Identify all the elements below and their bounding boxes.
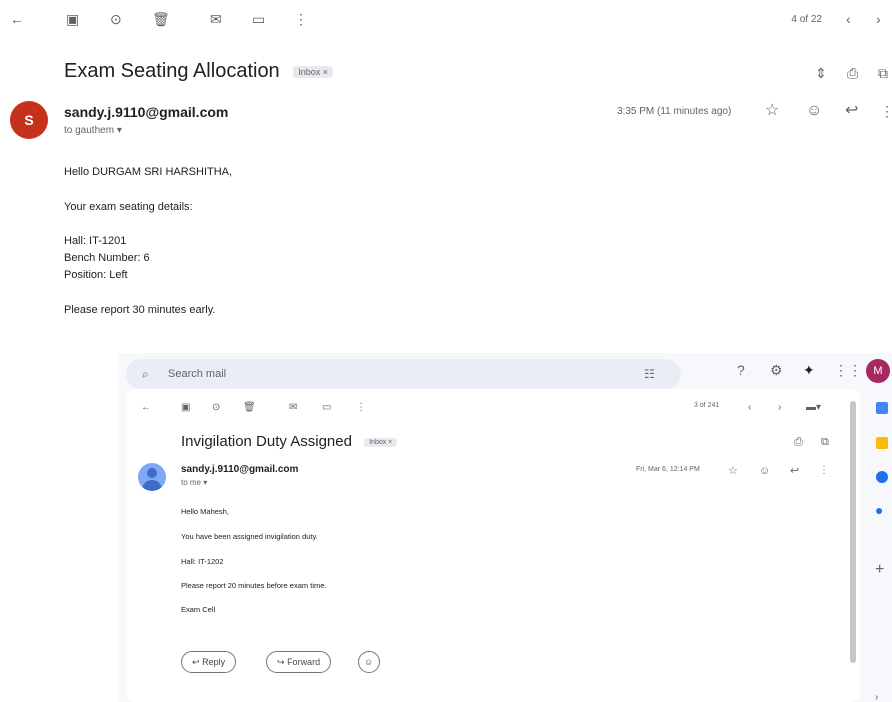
body-line: Please report 20 minutes before exam tim…: [181, 581, 327, 590]
archive-icon[interactable]: ▣: [181, 401, 190, 415]
delete-icon[interactable]: 🗑: [152, 12, 170, 26]
email-timestamp: Fri, Mar 6, 12:14 PM: [636, 466, 700, 473]
sender-avatar[interactable]: [138, 463, 166, 491]
sender-email[interactable]: sandy.j.9110@gmail.com: [181, 464, 298, 475]
reply-button[interactable]: ↩ Reply: [181, 651, 237, 673]
input-tools-icon[interactable]: ▬▾: [806, 401, 821, 415]
mark-unread-icon[interactable]: ✉: [210, 12, 222, 26]
reply-label: Reply: [202, 657, 226, 667]
mark-unread-icon[interactable]: ✉: [289, 401, 297, 415]
sender-avatar[interactable]: S: [10, 101, 48, 139]
star-icon[interactable]: ☆: [728, 464, 738, 478]
embedded-gmail-screenshot: ⌕ Search mail ☷ ? ⚙ ✦ ⋮⋮ M ← ▣ ⊙ 🗑 ✉ ▭ ⋮…: [118, 353, 892, 702]
inbox-label-text: Inbox: [369, 438, 387, 446]
body-line: Exam Cell: [181, 605, 216, 614]
search-bar[interactable]: ⌕ Search mail ☷: [126, 359, 681, 389]
emoji-react-icon[interactable]: ☺: [806, 103, 822, 119]
emoji-icon: ☺: [364, 657, 374, 667]
profile-letter: M: [873, 365, 883, 377]
search-icon[interactable]: ⌕: [142, 367, 149, 381]
tasks-icon[interactable]: [876, 471, 888, 483]
more-options-icon[interactable]: ⋮: [819, 464, 829, 478]
help-icon[interactable]: ?: [737, 363, 745, 377]
body-line: Please report 30 minutes early.: [64, 304, 216, 316]
recipient-text: to gauthem: [64, 125, 115, 136]
email-card: ← ▣ ⊙ 🗑 ✉ ▭ ⋮ 3 of 241 ‹ › ▬▾ Invigilati…: [126, 389, 860, 702]
inbox-label-chip[interactable]: Inbox ×: [293, 65, 334, 78]
reply-icon[interactable]: ↩: [790, 464, 799, 478]
recipient-text: to me: [181, 478, 202, 487]
forward-arrow-icon: ↪: [277, 657, 285, 667]
gemini-sparkle-icon[interactable]: ✦: [803, 363, 815, 377]
snooze-icon[interactable]: ⊙: [212, 401, 220, 415]
older-chevron-icon[interactable]: ›: [778, 401, 781, 415]
forward-button[interactable]: ↪ Forward: [266, 651, 332, 673]
body-line: Hello DURGAM SRI HARSHITHA,: [64, 166, 233, 178]
email-subject: Invigilation Duty Assigned Inbox ×: [181, 433, 398, 450]
show-side-panel-icon[interactable]: ›: [875, 691, 878, 702]
delete-icon[interactable]: 🗑: [243, 401, 256, 415]
settings-gear-icon[interactable]: ⚙: [770, 363, 783, 377]
emoji-react-icon[interactable]: ☺: [759, 464, 770, 478]
body-line: Hall: IT-1202: [181, 557, 224, 566]
person-icon: [147, 468, 157, 478]
recipient-line[interactable]: to gauthem ▾: [64, 125, 122, 136]
subject-text: Invigilation Duty Assigned: [181, 433, 352, 450]
newer-chevron-icon[interactable]: ‹: [846, 12, 851, 26]
print-icon[interactable]: ⎙: [794, 435, 803, 449]
newer-chevron-icon[interactable]: ‹: [748, 401, 751, 415]
body-line: Your exam seating details:: [64, 201, 193, 213]
reply-arrow-icon: ↩: [192, 657, 200, 667]
email-subject: Exam Seating Allocation Inbox ×: [64, 60, 334, 83]
message-counter: 4 of 22: [791, 14, 822, 25]
print-icon[interactable]: ⎙: [847, 66, 858, 80]
filter-icon[interactable]: ☷: [644, 367, 655, 381]
scrollbar-thumb[interactable]: [850, 401, 856, 663]
body-line: Bench Number: 6: [64, 252, 150, 264]
back-arrow-icon[interactable]: ←: [10, 12, 24, 26]
move-to-icon[interactable]: ▭: [252, 12, 265, 26]
inbox-label-text: Inbox: [298, 66, 321, 77]
forward-label: Forward: [287, 657, 321, 667]
more-options-icon[interactable]: ⋮: [880, 104, 892, 118]
message-counter: 3 of 241: [694, 402, 720, 409]
expand-collapse-icon[interactable]: ⇕: [815, 66, 827, 80]
body-line: Hello Mahesh,: [181, 507, 229, 516]
body-line: Hall: IT-1201: [64, 235, 127, 247]
contacts-icon[interactable]: ●: [875, 503, 883, 517]
new-window-icon[interactable]: ⧉: [878, 66, 888, 80]
body-line: Position: Left: [64, 269, 128, 281]
star-icon[interactable]: ☆: [765, 103, 779, 119]
profile-avatar[interactable]: M: [866, 359, 890, 383]
move-to-icon[interactable]: ▭: [322, 401, 331, 415]
email-timestamp: 3:35 PM (11 minutes ago): [617, 106, 732, 117]
reply-icon[interactable]: ↩: [845, 103, 858, 119]
sender-email[interactable]: sandy.j.9110@gmail.com: [64, 104, 228, 120]
body-line: You have been assigned invigilation duty…: [181, 532, 318, 541]
back-arrow-icon[interactable]: ←: [141, 401, 151, 415]
emoji-button[interactable]: ☺: [358, 651, 380, 673]
avatar-letter: S: [24, 112, 34, 128]
snooze-icon[interactable]: ⊙: [110, 12, 122, 26]
more-vert-icon[interactable]: ⋮: [294, 12, 308, 26]
subject-text: Exam Seating Allocation: [64, 60, 280, 82]
recipient-line[interactable]: to me ▾: [181, 478, 207, 487]
apps-grid-icon[interactable]: ⋮⋮: [834, 363, 862, 377]
more-vert-icon[interactable]: ⋮: [356, 401, 366, 415]
inbox-label-chip[interactable]: Inbox ×: [364, 437, 398, 447]
search-input[interactable]: Search mail: [168, 368, 226, 380]
add-addon-icon[interactable]: +: [875, 562, 884, 578]
new-window-icon[interactable]: ⧉: [821, 435, 829, 449]
keep-icon[interactable]: [876, 437, 888, 449]
archive-icon[interactable]: ▣: [66, 12, 79, 26]
calendar-icon[interactable]: [876, 402, 888, 414]
older-chevron-icon[interactable]: ›: [876, 12, 881, 26]
